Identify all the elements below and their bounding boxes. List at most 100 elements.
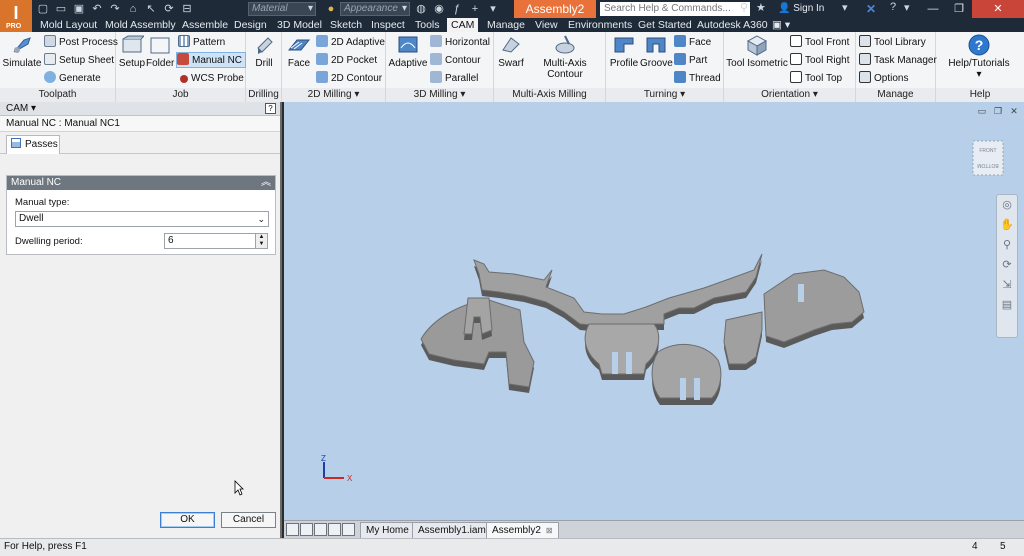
color-override-icon[interactable]: ◉: [432, 2, 446, 16]
undo-icon[interactable]: ↶: [90, 2, 104, 16]
2d-adaptive-button[interactable]: 2D Adaptive: [316, 35, 385, 51]
folder-button[interactable]: Folder: [146, 34, 174, 69]
simulate-button[interactable]: Simulate: [2, 34, 42, 69]
function-icon[interactable]: ƒ: [450, 2, 464, 16]
search-binoculars-icon[interactable]: ⚲: [740, 1, 748, 14]
tab-3d-model[interactable]: 3D Model: [277, 18, 322, 32]
setup-button[interactable]: Setup: [118, 34, 146, 69]
viewport-minimize-icon[interactable]: ▭: [976, 106, 988, 117]
select-icon[interactable]: ↖: [144, 2, 158, 16]
arrange-icon[interactable]: [328, 523, 341, 536]
groove-button[interactable]: Groove: [640, 34, 673, 69]
redo-icon[interactable]: ↷: [108, 2, 122, 16]
pan-hand-icon[interactable]: ✋: [997, 215, 1017, 235]
tab-mold-layout[interactable]: Mold Layout: [40, 18, 97, 32]
signin-dropdown-icon[interactable]: ▾: [842, 1, 848, 14]
moose-head-part[interactable]: [584, 323, 660, 380]
cancel-button[interactable]: Cancel: [221, 512, 276, 528]
wcs-probe-button[interactable]: WCS Probe: [178, 71, 244, 87]
help-search-input[interactable]: Search Help & Commands...: [600, 2, 750, 16]
manual-nc-button[interactable]: Manual NC: [176, 52, 247, 68]
favorites-star-icon[interactable]: ★: [756, 1, 766, 14]
tab-tools[interactable]: Tools: [415, 18, 440, 32]
multi-axis-contour-button[interactable]: Multi-Axis Contour: [526, 34, 604, 80]
tool-library-button[interactable]: Tool Library: [859, 35, 926, 51]
tool-isometric-button[interactable]: Tool Isometric: [726, 34, 788, 69]
tab-options-icon[interactable]: ▣ ▾: [772, 18, 790, 32]
group-3d-milling-title[interactable]: 3D Milling ▾: [386, 88, 493, 102]
tool-top-button[interactable]: Tool Top: [790, 71, 842, 87]
zoom-icon[interactable]: ⚲: [997, 235, 1017, 255]
navbar-options-icon[interactable]: ▤: [997, 295, 1017, 315]
tile-horizontal-icon[interactable]: [286, 523, 299, 536]
clear-appearance-icon[interactable]: ◍: [414, 2, 428, 16]
profile-button[interactable]: Profile: [608, 34, 640, 69]
group-2d-milling-title[interactable]: 2D Milling ▾: [282, 88, 385, 102]
task-manager-button[interactable]: Task Manager: [859, 53, 937, 69]
tab-list-icon[interactable]: [342, 523, 355, 536]
panel-help-icon[interactable]: ?: [265, 103, 276, 114]
close-tab-icon[interactable]: ⊠: [546, 526, 553, 535]
right-leg-part[interactable]: [723, 311, 763, 370]
doc-tab-my-home[interactable]: My Home: [360, 522, 415, 538]
help-dropdown-icon[interactable]: ▾: [904, 1, 910, 14]
plus-icon[interactable]: +: [468, 2, 482, 16]
tab-view[interactable]: View: [535, 18, 558, 32]
material-combo[interactable]: Material: [248, 2, 316, 16]
turning-face-button[interactable]: Face: [674, 35, 711, 51]
steering-wheel-icon[interactable]: ◎: [997, 195, 1017, 215]
drill-button[interactable]: Drill: [250, 34, 278, 69]
tab-inspect[interactable]: Inspect: [371, 18, 405, 32]
part-button[interactable]: Part: [674, 53, 707, 69]
tool-front-button[interactable]: Tool Front: [790, 35, 849, 51]
pattern-button[interactable]: Pattern: [178, 35, 225, 51]
tab-design[interactable]: Design: [234, 18, 267, 32]
cascade-icon[interactable]: [314, 523, 327, 536]
group-orientation-title[interactable]: Orientation ▾: [724, 88, 855, 102]
tab-mold-assembly[interactable]: Mold Assembly: [105, 18, 176, 32]
cam-panel-header[interactable]: CAM ▾?: [0, 102, 280, 116]
help-tutorials-button[interactable]: ? Help/Tutorials ▾: [940, 34, 1018, 80]
tab-manage[interactable]: Manage: [487, 18, 525, 32]
viewport-restore-icon[interactable]: ❐: [992, 106, 1004, 117]
tool-right-button[interactable]: Tool Right: [790, 53, 849, 69]
group-turning-title[interactable]: Turning ▾: [606, 88, 723, 102]
qat-dropdown-icon[interactable]: ▾: [486, 2, 500, 16]
graphics-viewport[interactable]: ▭ ❐ ✕ FRONT BOTTOM ◎ ✋ ⚲ ⟳ ⇲ ▤ Z X: [284, 102, 1024, 520]
base-disc-part[interactable]: [651, 343, 722, 405]
appearance-combo[interactable]: Appearance: [340, 2, 410, 16]
update-icon[interactable]: ⟳: [162, 2, 176, 16]
manual-nc-section-header[interactable]: Manual NC ︽: [7, 176, 275, 190]
right-wing-part[interactable]: [763, 269, 865, 348]
appearance-ball-icon[interactable]: ●: [324, 2, 338, 16]
ok-button[interactable]: OK: [160, 512, 215, 528]
manual-type-select[interactable]: Dwell ⌄: [15, 211, 269, 227]
tab-environments[interactable]: Environments: [568, 18, 632, 32]
home-icon[interactable]: ⌂: [126, 2, 140, 16]
swarf-button[interactable]: Swarf: [496, 34, 526, 69]
thread-button[interactable]: Thread: [674, 71, 721, 87]
viewcube-icon[interactable]: FRONT BOTTOM: [972, 140, 1004, 176]
save-icon[interactable]: ▣: [72, 2, 86, 16]
exchange-apps-icon[interactable]: ✕: [866, 2, 880, 16]
app-menu-button[interactable]: I PRO: [0, 0, 32, 32]
orbit-icon[interactable]: ⟳: [997, 255, 1017, 275]
minimize-button[interactable]: —: [920, 0, 946, 18]
2d-pocket-button[interactable]: 2D Pocket: [316, 53, 377, 69]
dwelling-period-input[interactable]: 6 ▲ ▼: [164, 233, 268, 249]
collapse-icon[interactable]: ︽: [261, 176, 271, 190]
tab-cam[interactable]: CAM: [447, 18, 479, 32]
2d-contour-button[interactable]: 2D Contour: [316, 71, 382, 87]
open-folder-icon[interactable]: ▭: [54, 2, 68, 16]
tab-passes[interactable]: Passes: [6, 135, 60, 154]
look-at-icon[interactable]: ⇲: [997, 275, 1017, 295]
measure-icon[interactable]: ⊟: [180, 2, 194, 16]
options-button[interactable]: Options: [859, 71, 908, 87]
tab-autodesk-a360[interactable]: Autodesk A360: [697, 18, 768, 32]
tile-vertical-icon[interactable]: [300, 523, 313, 536]
face-button[interactable]: Face: [284, 34, 314, 69]
help-icon[interactable]: ?: [890, 1, 896, 13]
sign-in-link[interactable]: 👤 Sign In: [778, 2, 824, 16]
tab-get-started[interactable]: Get Started: [638, 18, 692, 32]
restore-button[interactable]: ❐: [946, 0, 972, 18]
